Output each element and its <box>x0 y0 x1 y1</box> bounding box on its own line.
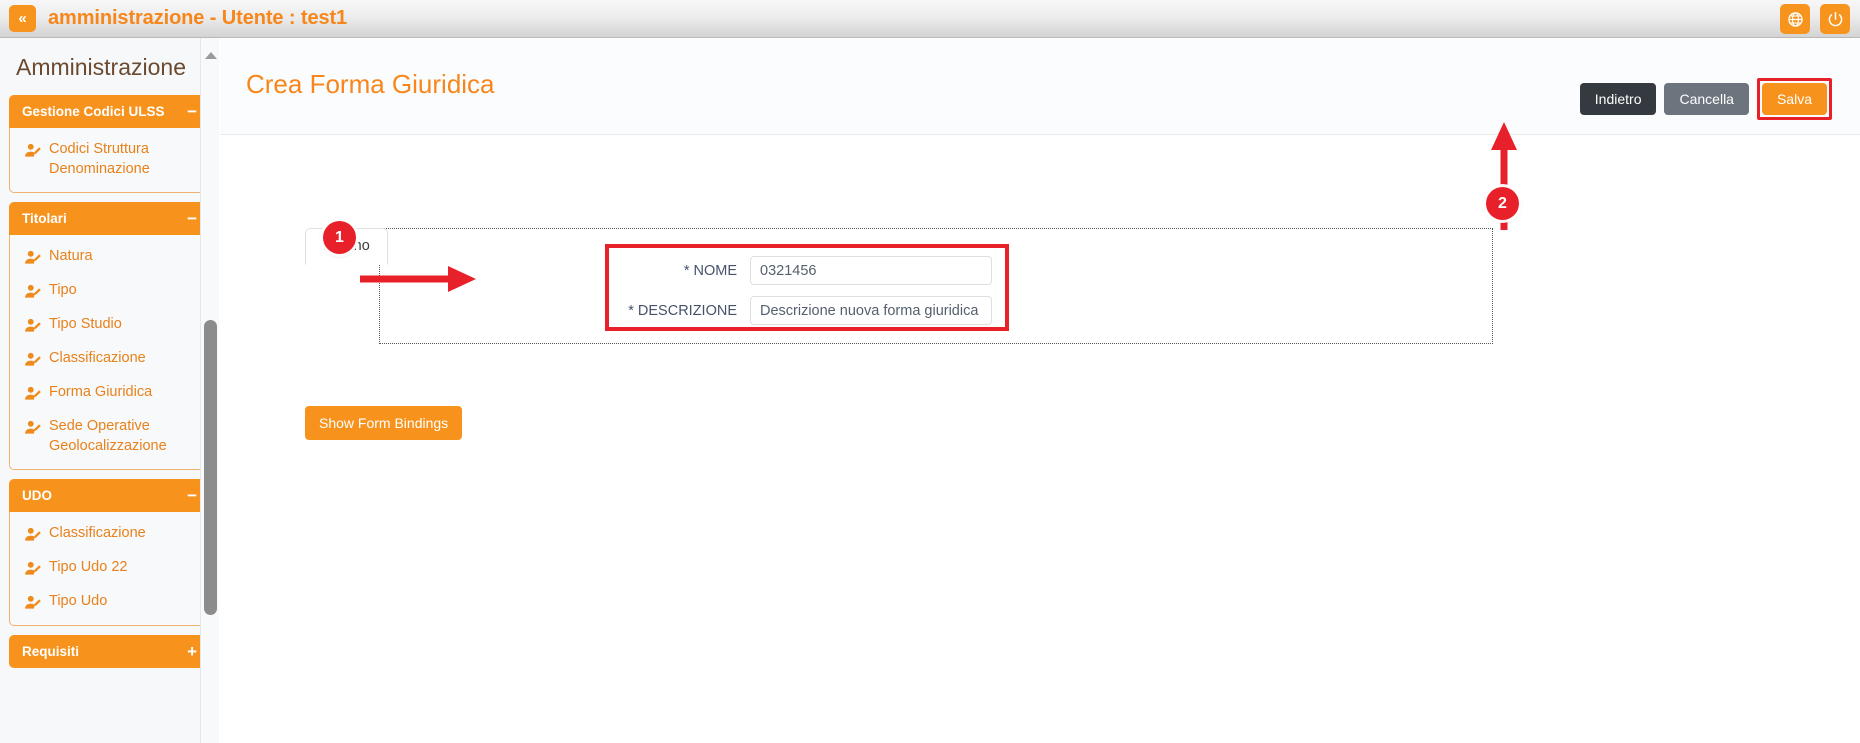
show-form-bindings-button[interactable]: Show Form Bindings <box>305 406 462 440</box>
person-edit-icon <box>24 249 42 267</box>
sidebar-item-classificazione[interactable]: Classificazione <box>10 517 208 551</box>
sidebar-section-body: Natura Tipo Tipo Studio Classificazione Form… <box>9 235 209 470</box>
sidebar-item-label: Forma Giuridica <box>49 383 200 403</box>
sidebar-section: UDO − Classificazione Tipo Udo 22 Tipo Udo <box>9 479 209 626</box>
person-edit-icon <box>24 594 42 612</box>
expand-plus-icon[interactable]: + <box>187 643 197 660</box>
sidebar-collapse-button[interactable]: « <box>9 5 36 32</box>
power-icon <box>1827 11 1844 28</box>
person-edit-icon <box>24 419 42 437</box>
app-header: « amministrazione - Utente : test1 <box>0 0 1860 38</box>
sidebar-item-label: Tipo Udo <box>49 592 200 612</box>
sidebar-section-label: UDO <box>22 488 52 503</box>
person-edit-icon <box>24 351 42 369</box>
back-button[interactable]: Indietro <box>1580 83 1657 115</box>
field-row-nome: * NOME <box>609 253 1005 288</box>
field-row-descrizione: * DESCRIZIONE <box>609 293 1005 328</box>
sidebar-section-label: Titolari <box>22 211 67 226</box>
required-fields-highlight: * NOME * DESCRIZIONE <box>605 244 1009 331</box>
nome-label: * NOME <box>609 263 750 279</box>
sidebar-item-label: Codici Struttura Denominazione <box>49 140 200 179</box>
annotation-arrow-1 <box>358 264 476 294</box>
sidebar-sections: Gestione Codici ULSS − Codici Struttura De… <box>0 95 218 668</box>
page-title: Crea Forma Giuridica <box>246 69 495 100</box>
scrollbar-thumb[interactable] <box>204 320 217 615</box>
person-edit-icon <box>24 283 42 301</box>
form-panel: * NOME * DESCRIZIONE <box>379 228 1493 344</box>
sidebar-item-natura[interactable]: Natura <box>10 240 208 274</box>
main-content: Crea Forma Giuridica Indietro Cancella S… <box>220 38 1860 743</box>
sidebar-section: Gestione Codici ULSS − Codici Struttura De… <box>9 95 209 193</box>
person-edit-icon <box>24 317 42 335</box>
sidebar-section: Requisiti + <box>9 635 209 668</box>
sidebar-section: Titolari − Natura Tipo Tipo Studio Classifica… <box>9 202 209 470</box>
annotation-badge-1: 1 <box>323 221 356 254</box>
collapse-chevron-icon: « <box>18 11 26 26</box>
sidebar-item-tipo-studio[interactable]: Tipo Studio <box>10 308 208 342</box>
sidebar-section-header[interactable]: Requisiti + <box>9 635 209 668</box>
sidebar-item-label: Tipo Udo 22 <box>49 558 200 578</box>
collapse-minus-icon[interactable]: − <box>187 103 197 120</box>
descrizione-label: * DESCRIZIONE <box>609 303 750 319</box>
collapse-minus-icon[interactable]: − <box>187 487 197 504</box>
sidebar-item-label: Tipo Studio <box>49 315 200 335</box>
collapse-minus-icon[interactable]: − <box>187 210 197 227</box>
header-actions <box>1780 4 1850 34</box>
sidebar-item-label: Classificazione <box>49 349 200 369</box>
sidebar-item-tipo-udo-22[interactable]: Tipo Udo 22 <box>10 551 208 585</box>
page-header: Crea Forma Giuridica Indietro Cancella S… <box>220 38 1860 135</box>
language-button[interactable] <box>1780 4 1810 34</box>
sidebar-item-tipo[interactable]: Tipo <box>10 274 208 308</box>
person-edit-icon <box>24 142 42 160</box>
sidebar-section-header[interactable]: Titolari − <box>9 202 209 235</box>
sidebar-section-label: Gestione Codici ULSS <box>22 104 165 119</box>
sidebar-section-header[interactable]: Gestione Codici ULSS − <box>9 95 209 128</box>
logout-button[interactable] <box>1820 4 1850 34</box>
sidebar-item-tipo-udo[interactable]: Tipo Udo <box>10 585 208 619</box>
app-title: amministrazione - Utente : test1 <box>48 7 347 30</box>
cancel-button[interactable]: Cancella <box>1664 83 1748 115</box>
sidebar-section-label: Requisiti <box>22 644 79 659</box>
sidebar-item-label: Natura <box>49 247 200 267</box>
sidebar-item-sede-operative-geolocalizzazione[interactable]: Sede Operative Geolocalizzazione <box>10 410 208 463</box>
save-button-highlight: Salva <box>1757 78 1832 120</box>
globe-icon <box>1787 11 1804 28</box>
sidebar-item-forma-giuridica[interactable]: Forma Giuridica <box>10 376 208 410</box>
sidebar-section-header[interactable]: UDO − <box>9 479 209 512</box>
person-edit-icon <box>24 385 42 403</box>
annotation-badge-2: 2 <box>1486 187 1519 220</box>
sidebar: Amministrazione Gestione Codici ULSS − Cod… <box>0 38 219 743</box>
sidebar-title: Amministrazione <box>0 38 218 95</box>
sidebar-item-classificazione[interactable]: Classificazione <box>10 342 208 376</box>
sidebar-section-body: Codici Struttura Denominazione <box>9 128 209 193</box>
scroll-up-arrow-icon[interactable] <box>205 52 217 59</box>
sidebar-section-body: Classificazione Tipo Udo 22 Tipo Udo <box>9 512 209 626</box>
sidebar-item-label: Sede Operative Geolocalizzazione <box>49 417 200 456</box>
page-action-buttons: Indietro Cancella Salva <box>1580 78 1832 120</box>
save-button[interactable]: Salva <box>1762 83 1827 115</box>
sidebar-item-label: Tipo <box>49 281 200 301</box>
sidebar-scrollbar[interactable] <box>200 38 219 743</box>
descrizione-input[interactable] <box>750 296 992 325</box>
nome-input[interactable] <box>750 256 992 285</box>
sidebar-item-label: Classificazione <box>49 524 200 544</box>
person-edit-icon <box>24 560 42 578</box>
person-edit-icon <box>24 526 42 544</box>
sidebar-item-codici-struttura-denominazione[interactable]: Codici Struttura Denominazione <box>10 133 208 186</box>
